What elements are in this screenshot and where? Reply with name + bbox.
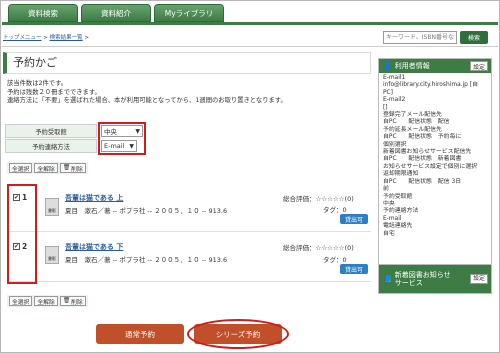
search-button[interactable]: 検索 xyxy=(460,31,488,44)
newbook-header: 📘 新着図書お知らせサービス 設定 xyxy=(379,265,491,293)
user-info-header: 👤 利用者情報 設定 xyxy=(379,59,491,73)
book-icon: 📘 xyxy=(383,275,392,283)
delete-button[interactable]: 🗑 削除 xyxy=(59,296,86,306)
item-rating: 総合評価：☆☆☆☆☆(0) xyxy=(283,244,354,252)
delete-button[interactable]: 🗑 削除 xyxy=(59,163,86,173)
item-meta: 夏目 漱石／著 -- ポプラ社 -- ２００５．１０ -- 913.6 xyxy=(65,256,228,264)
user-info-body: E-mail1 info@library.city.hiroshima.jp [… xyxy=(383,75,478,237)
reservation-cart: 予約かご 該当件数は2件です。 予約は残数２０冊までできます。 連絡方法に「不要… xyxy=(3,52,371,352)
item-tag: タグ：0 xyxy=(323,256,347,264)
item-tag: タグ：0 xyxy=(323,206,347,214)
contact-label: 予約連絡方法 xyxy=(5,139,97,153)
item-title[interactable]: 吾輩は猫である 上 xyxy=(65,193,123,203)
tab-search[interactable]: 資料検索 xyxy=(8,4,78,22)
search-input[interactable]: キーワード、ISBN番号な xyxy=(383,31,457,44)
item-meta: 夏目 漱石／著 -- ポプラ社 -- ２００５．１０ -- 913.6 xyxy=(65,207,228,215)
breadcrumb: トップメニュー > 検索結果一覧 > xyxy=(3,35,89,41)
tab-introduction[interactable]: 資料紹介 xyxy=(81,4,151,22)
pickup-label: 予約受取館 xyxy=(5,124,97,138)
newbook-panel: 📘 新着図書お知らせサービス 設定 xyxy=(378,264,492,294)
trash-icon: 🗑 xyxy=(62,165,71,171)
page-title: 予約かご xyxy=(3,52,371,74)
divider xyxy=(2,46,498,47)
user-info-panel: 👤 利用者情報 設定 E-mail1 info@library.city.hiros… xyxy=(378,58,492,268)
highlight-series-button xyxy=(187,319,289,349)
tab-underline xyxy=(2,22,498,25)
item-rating: 総合評価：☆☆☆☆☆(0) xyxy=(283,195,354,203)
book-cover-icon: 書影 xyxy=(45,246,59,264)
deselect-all-button[interactable]: 全解除 xyxy=(34,296,58,306)
highlight-options xyxy=(98,122,146,155)
trash-icon: 🗑 xyxy=(62,298,71,304)
select-all-button[interactable]: 全選択 xyxy=(9,296,33,306)
info-text: 該当件数は2件です。 予約は残数２０冊までできます。 連絡方法に「不要」を選ばれ… xyxy=(7,80,287,104)
main-tabs: 資料検索 資料紹介 Myライブラリ xyxy=(8,4,224,22)
breadcrumb-results[interactable]: 検索結果一覧 xyxy=(50,35,83,41)
highlight-checkboxes xyxy=(7,184,37,284)
bottom-button-row: 全選択 全解除 🗑 削除 xyxy=(7,295,88,307)
normal-reserve-button[interactable]: 通常予約 xyxy=(96,324,184,344)
deselect-all-button[interactable]: 全解除 xyxy=(34,163,58,173)
select-all-button[interactable]: 全選択 xyxy=(9,163,33,173)
breadcrumb-home[interactable]: トップメニュー xyxy=(3,35,42,41)
lend-status-badge: 貸出可 xyxy=(340,214,368,224)
lend-status-badge: 貸出可 xyxy=(340,264,368,274)
list-item: ✔ 2 書影 吾輩は猫である 下 夏目 漱石／著 -- ポプラ社 -- ２００５… xyxy=(7,234,371,282)
list-item: ✔ 1 書影 吾輩は猫である 上 夏目 漱石／著 -- ポプラ社 -- ２００５… xyxy=(7,184,371,232)
tab-my-library[interactable]: Myライブラリ xyxy=(154,4,224,22)
book-cover-icon: 書影 xyxy=(45,198,59,216)
item-title[interactable]: 吾輩は猫である 下 xyxy=(65,242,123,252)
newbook-settings-button[interactable]: 設定 xyxy=(470,274,488,284)
user-settings-button[interactable]: 設定 xyxy=(470,61,488,71)
top-button-row: 全選択 全解除 🗑 削除 xyxy=(7,162,88,174)
user-icon: 👤 xyxy=(383,62,392,70)
